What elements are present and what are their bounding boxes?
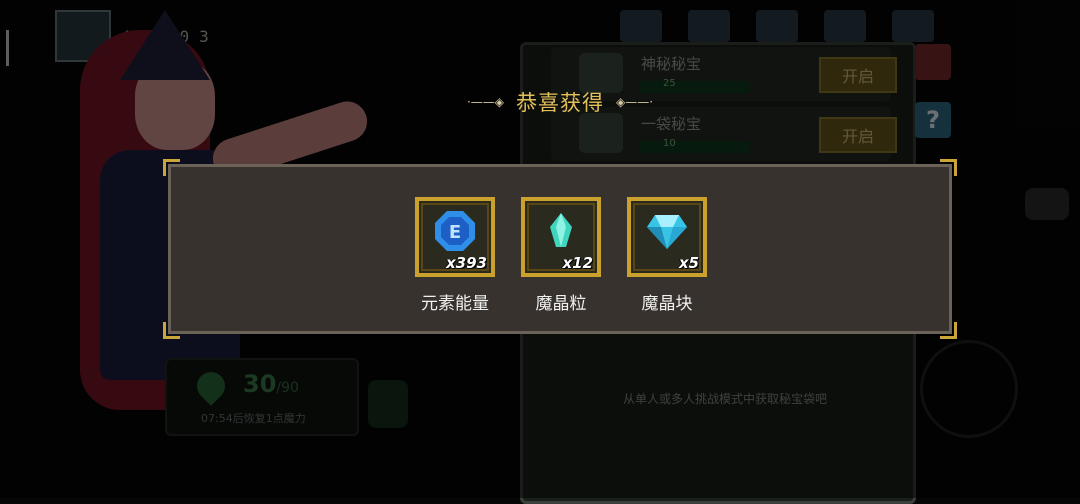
top-menu-icons: [620, 10, 934, 42]
corner-ornament: [163, 322, 180, 339]
close-icon[interactable]: [915, 44, 951, 80]
crystal-block-icon: [647, 215, 687, 250]
svg-text:E: E: [449, 222, 461, 243]
chest-hint: 从单人或多人挑战模式中获取秘宝袋吧: [623, 392, 828, 406]
energy-card: 30/90 07:54后恢复1点魔力: [165, 358, 359, 436]
open-button[interactable]: 开启: [819, 117, 897, 153]
potion-icon[interactable]: [368, 380, 408, 428]
chest-name: 神秘秘宝: [641, 55, 702, 73]
energy-current: 30: [243, 370, 277, 398]
reward-name: 元素能量: [421, 294, 489, 314]
open-button[interactable]: 开启: [819, 57, 897, 93]
map-icon[interactable]: [892, 10, 934, 42]
energy-max: /90: [276, 380, 299, 396]
chest-cost: 10: [663, 138, 676, 149]
reward-quantity: x12: [562, 254, 593, 272]
shop-icon[interactable]: [688, 10, 730, 42]
help-icon[interactable]: ?: [915, 102, 951, 138]
reward-item[interactable]: x5 魔晶块: [627, 197, 707, 314]
reward-item[interactable]: x12 魔晶粒: [521, 197, 601, 314]
reward-items: E x393 元素能量 x12 魔晶粒 x5 魔晶块: [415, 197, 707, 314]
corner-ornament: [940, 322, 957, 339]
right-side-icons: ?: [915, 44, 951, 160]
diamond-icon[interactable]: [756, 10, 798, 42]
reward-quantity: x5: [678, 254, 699, 272]
reward-item-frame: E x393: [415, 197, 495, 277]
chat-icon[interactable]: [1025, 188, 1069, 220]
reward-quantity: x393: [446, 254, 487, 272]
energy-recovery-tip: 07:54后恢复1点魔力: [201, 412, 306, 425]
energy-drop-icon: [191, 366, 231, 406]
corner-ornament: [940, 159, 957, 176]
reward-name: 魔晶粒: [535, 294, 587, 314]
reward-item-frame: x12: [521, 197, 601, 277]
popup-title: 恭喜获得: [516, 91, 604, 115]
title-ornament-right: ◈——·: [616, 95, 654, 109]
reward-panel[interactable]: E x393 元素能量 x12 魔晶粒 x5 魔晶块: [163, 159, 957, 339]
title-ornament-left: ·——◈: [466, 95, 504, 109]
energy-crystal-icon: E: [435, 211, 475, 252]
reward-item-frame: x5: [627, 197, 707, 277]
chest-icon[interactable]: [824, 10, 866, 42]
treasure-bag-icon: [579, 113, 623, 153]
reward-title: ·——◈ 恭喜获得 ◈——·: [430, 86, 690, 118]
reward-item[interactable]: E x393 元素能量: [415, 197, 495, 314]
reward-name: 魔晶块: [641, 294, 693, 314]
gem-icon[interactable]: [620, 10, 662, 42]
corner-ornament: [163, 159, 180, 176]
cost-bar: [639, 141, 749, 153]
action-joystick[interactable]: [920, 340, 1018, 438]
crystal-shard-icon: [550, 213, 572, 248]
edge-indicator: [6, 30, 9, 66]
energy-value: 30/90: [243, 370, 299, 398]
